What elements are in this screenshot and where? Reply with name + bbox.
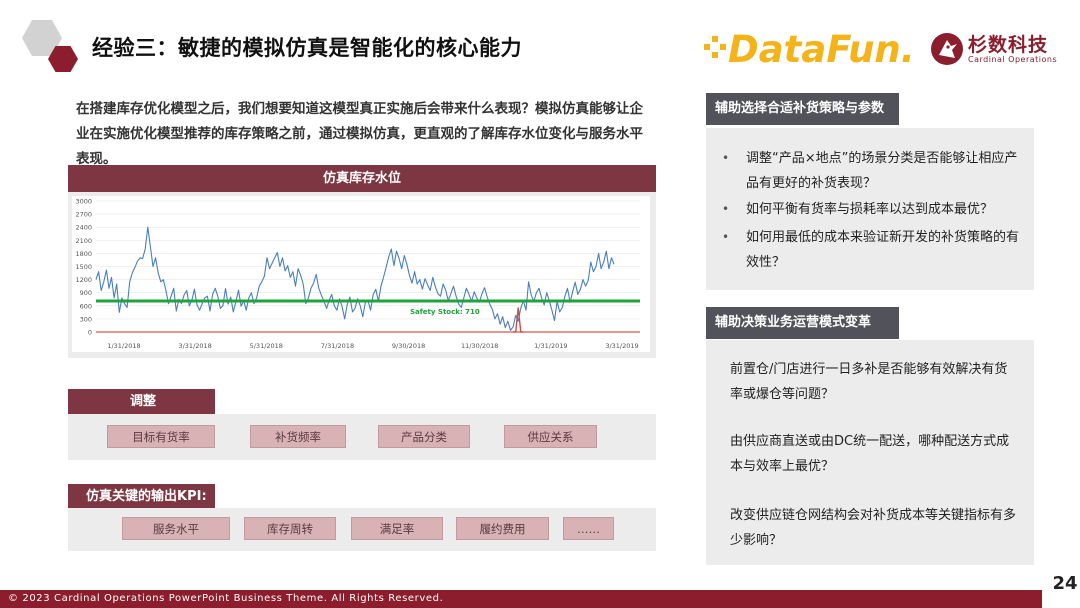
page-title: 经验三：敏捷的模拟仿真是智能化的核心能力 [92,36,522,60]
chart-x-tick-label: 3/31/2018 [178,342,211,350]
bullet-text: 调整“产品×地点”的场景分类是否能够让相应产品有更好的补货表现？ [746,151,1018,191]
adjust-section-title: 调整 [68,389,215,414]
kpi-chip-service-level[interactable]: 服务水平 [122,517,230,540]
bullet-dot: • [722,202,730,216]
adjust-chip-replenish-frequency[interactable]: 补货频率 [250,425,346,448]
paragraph-item: 由供应商直送或由DC统一配送，哪种配送方式成本与效率上最优？ [730,434,1010,474]
adjust-chip-supply-relation[interactable]: 供应关系 [504,425,597,448]
chart-y-tick-label: 2400 [75,224,92,232]
bullet-item: • 调整“产品×地点”的场景分类是否能够让相应产品有更好的补货表现？ [722,146,1022,196]
cardinal-logo-en: Cardinal Operations [968,55,1058,64]
inventory-level-chart: 0 300 600 900 1200 1500 1800 2100 2400 2700 3000 1… [72,196,650,352]
chart-x-tick-label: 3/31/2019 [605,342,638,350]
chart-x-tick-label: 11/30/2018 [461,342,498,350]
kpi-chip-fill-rate[interactable]: 满足率 [351,517,443,540]
page-number: 24 [1042,558,1080,608]
chart-x-tick-label: 9/30/2018 [392,342,425,350]
right-top-box: • 调整“产品×地点”的场景分类是否能够让相应产品有更好的补货表现？ • 如何平… [706,128,1034,290]
datafun-logo-text: DataFun. [728,28,915,70]
datafun-logo: DataFun. [704,28,915,70]
chart-y-tick-label: 3000 [75,198,92,206]
cardinal-logo: 杉数科技 Cardinal Operations [930,30,1060,70]
kpi-section-title: 仿真关键的输出KPI: [68,484,215,509]
chart-y-tick-label: 0 [88,329,92,337]
chart-y-tick-label: 1200 [75,276,92,284]
bullet-text: 如何用最低的成本来验证新开发的补货策略的有效性？ [746,230,1020,270]
chart-y-tick-label: 900 [80,289,92,297]
kpi-chip-inventory-turnover[interactable]: 库存周转 [244,517,336,540]
bullet-item: • 如何平衡有货率与损耗率以达到成本最优？ [722,197,1022,222]
paragraph-item: 改变供应链仓网结构会对补货成本等关键指标有多少影响？ [730,508,1017,548]
adjust-section-panel: 目标有货率 补货频率 产品分类 供应关系 [68,414,656,460]
bullet-text: 如何平衡有货率与损耗率以达到成本最优？ [746,202,994,217]
chart-y-tick-label: 2700 [75,211,92,219]
cardinal-logo-cn: 杉数科技 [968,34,1049,56]
adjust-chip-product-category[interactable]: 产品分类 [378,425,470,448]
chart-x-tick-label: 1/31/2019 [534,342,567,350]
bullet-item: • 如何用最低的成本来验证新开发的补货策略的有效性？ [722,225,1022,275]
adjust-chip-target-availability[interactable]: 目标有货率 [107,425,215,448]
kpi-section-panel: 服务水平 库存周转 满足率 履约费用 …… [68,508,656,551]
chart-y-tick-label: 300 [80,315,92,323]
chart-x-tick-label: 7/31/2018 [321,342,354,350]
bullet-dot: • [722,151,730,165]
footer-copyright: © 2023 Cardinal Operations PowerPoint Bu… [0,590,1080,608]
chart-x-tick-label: 1/31/2018 [107,342,140,350]
chart-y-tick-label: 1500 [75,263,92,271]
chart-panel-title: 仿真库存水位 [68,165,656,192]
kpi-chip-fulfillment-cost[interactable]: 履约费用 [456,517,549,540]
paragraph-item: 前置仓/门店进行一日多补是否能够有效解决有货率或爆仓等问题？ [730,362,1008,402]
right-bottom-tag: 辅助决策业务运营模式变革 [706,307,899,339]
chart-y-tick-label: 2100 [75,237,92,245]
cardinal-bird-icon [931,33,963,65]
intro-paragraph: 在搭建库存优化模型之后，我们想要知道这模型真正实施后会带来什么表现？模拟仿真能够… [76,101,643,167]
chart-y-tick-label: 1800 [75,250,92,258]
right-top-tag: 辅助选择合适补货策略与参数 [706,93,899,125]
inventory-chart-panel: 仿真库存水位 0 300 600 900 1200 1500 1800 2100 2400 270… [68,165,656,358]
kpi-chip-more[interactable]: …… [563,517,614,540]
bullet-dot: • [722,230,730,244]
right-bottom-box: 前置仓/门店进行一日多补是否能够有效解决有货率或爆仓等问题？ 由供应商直送或由D… [706,340,1034,565]
chart-x-tick-label: 5/31/2018 [250,342,283,350]
safety-stock-label: Safety Stock: 710 [410,308,480,316]
chart-y-tick-label: 600 [80,302,92,310]
